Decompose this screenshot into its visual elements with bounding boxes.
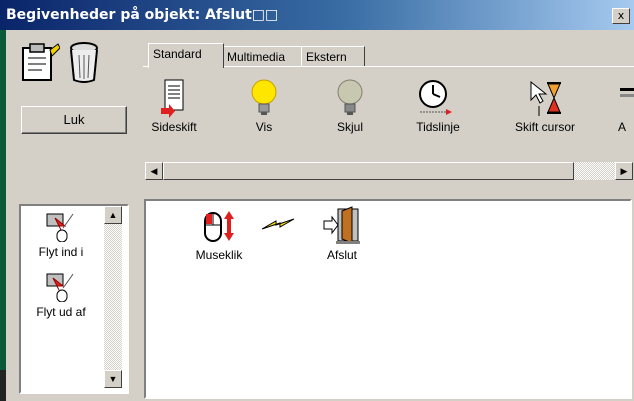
scroll-thumb[interactable] (163, 162, 574, 180)
mouse-click-icon (184, 207, 254, 248)
notepad-icon[interactable] (20, 40, 61, 87)
canvas-item-label: Museklik (195, 248, 243, 262)
page-turn-icon (146, 74, 202, 118)
toolbar-item-skjul[interactable]: Skjul (322, 74, 378, 134)
canvas-item-afslut[interactable]: Afslut (312, 205, 372, 262)
tab-multimedia[interactable]: Multimedia (222, 46, 306, 67)
exit-door-icon (312, 205, 372, 248)
event-list: Flyt ind i Flyt ud af ▲ ▼ (19, 204, 129, 394)
vertical-scrollbar[interactable]: ▲ ▼ (104, 206, 122, 388)
event-canvas[interactable]: Museklik Afslut (144, 199, 632, 399)
tab-ekstern[interactable]: Ekstern (301, 46, 365, 67)
list-item-label: Flyt ud af (36, 305, 86, 319)
window-edge (0, 30, 6, 401)
lightbulb-on-icon (242, 74, 286, 118)
mouse-enter-icon (21, 212, 101, 245)
list-item-label: Flyt ind i (38, 245, 84, 259)
canvas-item-label: Afslut (326, 248, 357, 262)
toolbar-item-label: Skift cursor (514, 120, 575, 134)
cursor-hourglass-icon (505, 74, 585, 118)
title-bar: Begivenheder på objekt: Afslut□□ x (0, 0, 634, 30)
window-edge-bottom (0, 370, 6, 401)
close-button[interactable]: Luk (21, 106, 127, 134)
trash-icon[interactable] (66, 40, 102, 87)
scroll-right-button[interactable]: ▶ (615, 162, 633, 180)
toolbar-item-sideskift[interactable]: Sideskift (146, 74, 202, 134)
toolbar-item-label: Vis (255, 120, 273, 134)
toolbar-item-vis[interactable]: Vis (242, 74, 286, 134)
close-window-button[interactable]: x (612, 8, 630, 24)
mouse-leave-icon (21, 272, 101, 305)
clock-timeline-icon: MS (408, 74, 468, 118)
lightbulb-off-icon (322, 74, 378, 118)
toolbar-item-label: Skjul (336, 120, 363, 134)
toolbar-item-more[interactable]: A (618, 74, 634, 134)
tab-standard[interactable]: Standard (148, 43, 224, 68)
toolbar-item-label: A (618, 120, 627, 134)
scroll-left-button[interactable]: ◀ (145, 162, 163, 180)
toolbar-item-label: Sideskift (151, 120, 197, 134)
scroll-down-button[interactable]: ▼ (104, 370, 122, 388)
toolbar-item-skift-cursor[interactable]: Skift cursor (505, 74, 585, 134)
window-title: Begivenheder på objekt: Afslut□□ (6, 7, 279, 23)
horizontal-scrollbar[interactable]: ◀ ▶ (145, 162, 633, 180)
list-item[interactable]: Flyt ind i (21, 212, 101, 259)
scroll-up-button[interactable]: ▲ (104, 206, 122, 224)
more-icon (618, 74, 634, 118)
canvas-item-connector (258, 215, 298, 238)
toolbar-item-label: Tidslinje (416, 120, 460, 134)
events-window: Begivenheder på objekt: Afslut□□ x Luk F… (0, 0, 634, 401)
toolbar-item-tidslinje[interactable]: MS Tidslinje (408, 74, 468, 134)
lightning-icon (258, 215, 298, 238)
list-item[interactable]: Flyt ud af (21, 272, 101, 319)
canvas-item-museklik[interactable]: Museklik (184, 207, 254, 262)
